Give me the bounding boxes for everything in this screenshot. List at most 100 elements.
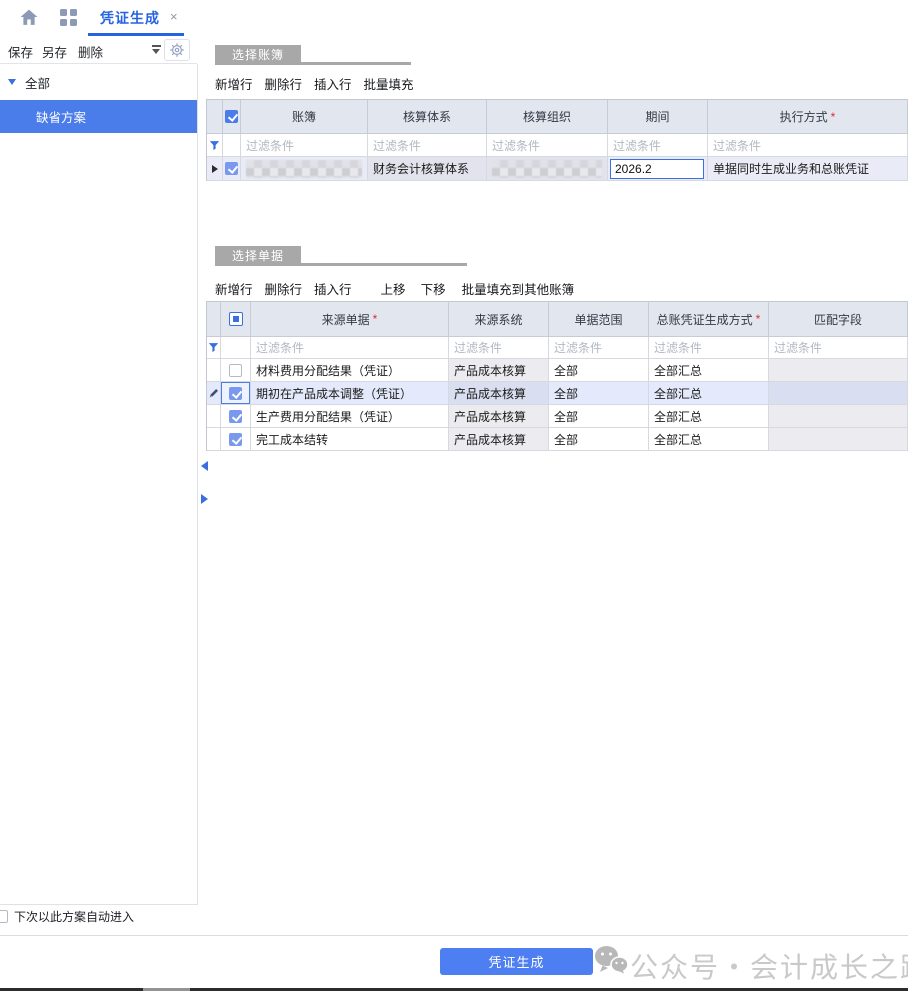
- filter-cell-doc-scope[interactable]: 过滤条件: [549, 337, 649, 359]
- col-header-exec-mode: 执行方式*: [708, 100, 908, 134]
- delete-row-button[interactable]: 删除行: [265, 279, 303, 298]
- cell-match-fields[interactable]: [769, 428, 908, 451]
- save-button[interactable]: 保存: [8, 42, 33, 61]
- select-all-cell[interactable]: [223, 100, 241, 134]
- select-all-cell[interactable]: [221, 302, 251, 337]
- cell-gl-method[interactable]: 全部汇总: [649, 382, 769, 405]
- col-label: 执行方式: [780, 108, 828, 125]
- filter-row-indicator[interactable]: [207, 337, 221, 359]
- filter-cell-book[interactable]: 过滤条件: [241, 134, 368, 157]
- delete-button[interactable]: 删除: [78, 42, 103, 61]
- batch-fill-other-books-button[interactable]: 批量填充到其他账簿: [462, 279, 575, 298]
- row-checkbox[interactable]: [229, 387, 242, 400]
- cell-org[interactable]: [487, 157, 608, 181]
- cell-source-system[interactable]: 产品成本核算: [449, 359, 549, 382]
- add-row-button[interactable]: 新增行: [215, 279, 253, 298]
- tab-close-icon[interactable]: ×: [170, 9, 178, 24]
- delete-row-button[interactable]: 删除行: [265, 74, 303, 93]
- row-checkbox[interactable]: [225, 162, 238, 175]
- move-up-button[interactable]: 上移: [381, 279, 406, 298]
- cell-gl-method[interactable]: 全部汇总: [649, 405, 769, 428]
- apps-grid-icon[interactable]: [60, 9, 77, 26]
- batch-fill-button[interactable]: 批量填充: [364, 74, 414, 93]
- cell-source-system[interactable]: 产品成本核算: [449, 428, 549, 451]
- settings-button[interactable]: [164, 39, 190, 61]
- tab-select-books[interactable]: 选择账簿: [215, 45, 301, 63]
- redacted-org-value: [492, 160, 602, 178]
- filter-row-indicator[interactable]: [207, 134, 223, 157]
- row-select-cell[interactable]: [221, 382, 251, 405]
- row-select-cell[interactable]: [221, 405, 251, 428]
- cell-match-fields[interactable]: [769, 382, 908, 405]
- col-header-org: 核算组织: [487, 100, 608, 134]
- scheme-toolbar: 保存 另存 删除: [0, 36, 197, 64]
- cell-source-doc[interactable]: 期初在产品成本调整（凭证）: [251, 382, 449, 405]
- cell-source-doc[interactable]: 材料费用分配结果（凭证）: [251, 359, 449, 382]
- row-checkbox[interactable]: [229, 364, 242, 377]
- cell-system[interactable]: 财务会计核算体系: [368, 157, 487, 181]
- filter-cell-match-fields[interactable]: 过滤条件: [769, 337, 908, 359]
- grid-square: [60, 19, 67, 26]
- row-select-cell[interactable]: [221, 359, 251, 382]
- filter-cell-gl-method[interactable]: 过滤条件: [649, 337, 769, 359]
- redacted-book-value: [246, 160, 362, 178]
- cell-gl-method[interactable]: 全部汇总: [649, 359, 769, 382]
- books-grid-toolbar: 新增行 删除行 插入行 批量填充: [215, 74, 426, 93]
- tab-select-documents[interactable]: 选择单据: [215, 246, 301, 264]
- cell-doc-scope[interactable]: 全部: [549, 359, 649, 382]
- tab-voucher-generation[interactable]: 凭证生成: [100, 8, 160, 28]
- collapse-panel-left-icon[interactable]: [201, 461, 208, 471]
- select-all-checkbox[interactable]: [225, 110, 238, 123]
- cell-book[interactable]: [241, 157, 368, 181]
- cell-source-system[interactable]: 产品成本核算: [449, 405, 549, 428]
- filter-cell-source-doc[interactable]: 过滤条件: [251, 337, 449, 359]
- cell-source-system[interactable]: 产品成本核算: [449, 382, 549, 405]
- row-checkbox[interactable]: [229, 433, 242, 446]
- grid-square: [70, 9, 77, 16]
- move-down-button[interactable]: 下移: [421, 279, 446, 298]
- cell-doc-scope[interactable]: 全部: [549, 405, 649, 428]
- insert-row-button[interactable]: 插入行: [314, 74, 352, 93]
- filter-cell[interactable]: [223, 134, 241, 157]
- cell-doc-scope[interactable]: 全部: [549, 382, 649, 405]
- filter-cell-org[interactable]: 过滤条件: [487, 134, 608, 157]
- cell-source-doc[interactable]: 生产费用分配结果（凭证）: [251, 405, 449, 428]
- auto-enter-checkbox[interactable]: [0, 910, 8, 923]
- edit-pencil-icon: [209, 388, 219, 398]
- generate-voucher-button[interactable]: 凭证生成: [440, 948, 593, 975]
- row-checkbox[interactable]: [229, 410, 242, 423]
- sidebar-item-default-scheme[interactable]: 缺省方案: [0, 100, 197, 133]
- scrollbar-thumb[interactable]: [143, 988, 190, 991]
- save-as-button[interactable]: 另存: [42, 42, 67, 61]
- cell-match-fields[interactable]: [769, 405, 908, 428]
- filter-cell-exec[interactable]: 过滤条件: [708, 134, 908, 157]
- add-row-button[interactable]: 新增行: [215, 74, 253, 93]
- col-header-gl-method: 总账凭证生成方式*: [649, 302, 769, 337]
- filter-cell-system[interactable]: 过滤条件: [368, 134, 487, 157]
- current-row-indicator: [207, 157, 223, 181]
- chevron-down-icon[interactable]: [8, 79, 16, 85]
- cell-match-fields[interactable]: [769, 359, 908, 382]
- cell-source-doc[interactable]: 完工成本结转: [251, 428, 449, 451]
- row-select-cell[interactable]: [221, 428, 251, 451]
- cell-gl-method[interactable]: 全部汇总: [649, 428, 769, 451]
- cell-exec-mode[interactable]: 单据同时生成业务和总账凭证: [708, 157, 908, 181]
- period-input[interactable]: [610, 159, 704, 179]
- documents-table: 来源单据* 来源系统 单据范围 总账凭证生成方式* 匹配字段 过滤条件 过滤条件…: [206, 301, 908, 451]
- filter-cell-source-system[interactable]: 过滤条件: [449, 337, 549, 359]
- row-arrow-icon: [212, 165, 218, 173]
- expand-panel-right-icon[interactable]: [201, 494, 208, 504]
- collapse-toolbar-icon[interactable]: [152, 45, 161, 55]
- cell-doc-scope[interactable]: 全部: [549, 428, 649, 451]
- filter-cell[interactable]: [221, 337, 251, 359]
- insert-row-button[interactable]: 插入行: [314, 279, 352, 298]
- cell-period[interactable]: [608, 157, 708, 181]
- row-select-cell[interactable]: [223, 157, 241, 181]
- auto-enter-option: 下次以此方案自动进入: [0, 908, 134, 924]
- filter-cell-period[interactable]: 过滤条件: [608, 134, 708, 157]
- home-icon[interactable]: [20, 9, 38, 26]
- sidebar-item-all[interactable]: 全部: [8, 73, 50, 91]
- footer-divider: [0, 935, 908, 936]
- select-all-checkbox[interactable]: [229, 312, 243, 326]
- col-label: 匹配字段: [814, 311, 862, 328]
